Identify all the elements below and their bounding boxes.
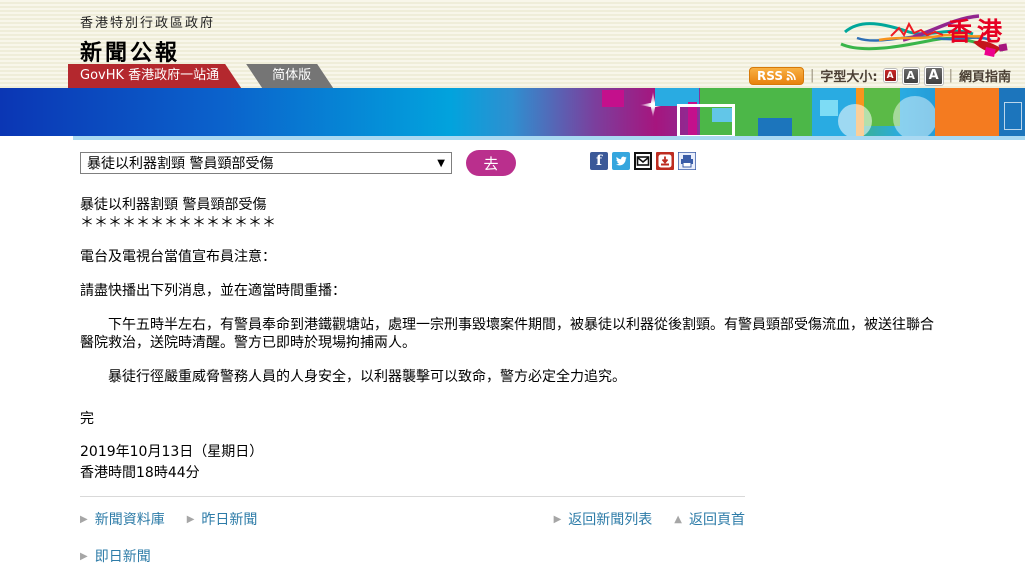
rss-label: RSS xyxy=(757,69,783,83)
rss-button[interactable]: RSS xyxy=(749,67,804,85)
footer-links-left: ▶ 即日新聞 xyxy=(80,546,151,566)
site-guide-link[interactable]: 網頁指南 xyxy=(959,66,1011,85)
banner-decoration xyxy=(602,90,624,107)
government-name: 香港特別行政區政府 xyxy=(80,12,215,31)
link-back-to-top[interactable]: ▲ 返回頁首 xyxy=(674,509,745,529)
header-tabs: GovHK 香港政府一站通 简体版 xyxy=(68,64,333,88)
link-label: 返回頁首 xyxy=(689,509,745,529)
triangle-right-icon: ▶ xyxy=(187,514,195,525)
footer-divider xyxy=(80,496,745,497)
page-title: 新聞公報 xyxy=(80,35,215,67)
utility-bar: RSS | 字型大小: A A A | 網頁指南 xyxy=(749,66,1011,85)
banner-outline-square xyxy=(1004,102,1022,130)
link-label: 即日新聞 xyxy=(95,546,151,566)
article-title-block: 暴徒以利器割頸 警員頸部受傷 ＊＊＊＊＊＊＊＊＊＊＊＊＊＊ xyxy=(80,196,945,232)
banner-decoration xyxy=(758,118,792,136)
triangle-right-icon: ▶ xyxy=(80,551,88,562)
news-toolbar: 暴徒以利器割頸 警員頸部受傷 ▼ 去 f xyxy=(80,150,945,176)
font-size-small-button[interactable]: A xyxy=(884,69,897,82)
font-size-large-button[interactable]: A xyxy=(925,67,943,85)
link-label: 新聞資料庫 xyxy=(95,509,165,529)
facebook-icon[interactable]: f xyxy=(590,152,608,170)
article-paragraph: 電台及電視台當值宣布員注意： xyxy=(80,248,945,266)
article-date: 2019年10月13日（星期日） xyxy=(80,442,945,463)
triangle-right-icon: ▶ xyxy=(554,514,562,525)
link-yesterday-news[interactable]: ▶ 昨日新聞 xyxy=(187,509,258,529)
footer-links-row: ▶ 新聞資料庫 ▶ 昨日新聞 ▶ 返回新聞列表 ▲ 返回頁首 xyxy=(80,509,745,529)
banner-decoration xyxy=(935,88,999,136)
font-size-label: 字型大小: xyxy=(820,66,877,85)
site-header: 香港特別行政區政府 新聞公報 香港 GovHK 香港政府一站通 简体版 xyxy=(0,0,1025,88)
footer-links-right: ▶ 返回新聞列表 ▲ 返回頁首 xyxy=(554,509,745,529)
print-icon[interactable] xyxy=(678,152,696,170)
brand-hongkong-text: 香港 xyxy=(947,12,1007,48)
link-news-archive[interactable]: ▶ 新聞資料庫 xyxy=(80,509,165,529)
link-today-news[interactable]: ▶ 即日新聞 xyxy=(80,546,151,566)
article-time: 香港時間18時44分 xyxy=(80,463,945,484)
go-button[interactable]: 去 xyxy=(466,150,516,176)
email-icon[interactable] xyxy=(634,152,652,170)
decorative-banner xyxy=(0,88,1025,136)
tab-govhk[interactable]: GovHK 香港政府一站通 xyxy=(68,64,241,88)
triangle-right-icon: ▶ xyxy=(80,514,88,525)
footer-links: ▶ 新聞資料庫 ▶ 昨日新聞 ▶ 返回新聞列表 ▲ 返回頁首 xyxy=(80,509,745,566)
triangle-up-icon: ▲ xyxy=(674,514,682,525)
brandhk-logo: 香港 xyxy=(833,4,1013,62)
separator: | xyxy=(949,68,953,83)
main-content: 暴徒以利器割頸 警員頸部受傷 ▼ 去 f xyxy=(0,136,1025,566)
banner-bokeh-circle xyxy=(838,104,872,136)
article-date-block: 2019年10月13日（星期日） 香港時間18時44分 xyxy=(80,442,945,484)
article-end-mark: 完 xyxy=(80,410,945,428)
link-label: 返回新聞列表 xyxy=(568,509,652,529)
news-select-value: 暴徒以利器割頸 警員頸部受傷 xyxy=(87,153,273,173)
banner-decoration xyxy=(820,100,838,116)
font-size-medium-button[interactable]: A xyxy=(903,68,919,84)
banner-decoration xyxy=(712,108,732,122)
press-release-article: 暴徒以利器割頸 警員頸部受傷 ＊＊＊＊＊＊＊＊＊＊＊＊＊＊ 電台及電視台當值宣布… xyxy=(80,196,945,484)
news-select[interactable]: 暴徒以利器割頸 警員頸部受傷 ▼ xyxy=(80,152,452,174)
tab-simplified-chinese[interactable]: 简体版 xyxy=(246,64,333,88)
footer-links-row: ▶ 即日新聞 xyxy=(80,546,745,566)
download-icon[interactable] xyxy=(656,152,674,170)
banner-bokeh-circle xyxy=(893,96,937,136)
footer-links-left: ▶ 新聞資料庫 ▶ 昨日新聞 xyxy=(80,509,257,529)
article-paragraph: 暴徒行徑嚴重威脅警務人員的人身安全，以利器襲擊可以致命，警方必定全力追究。 xyxy=(80,368,945,386)
banner-underline xyxy=(73,136,1025,140)
article-title-underline-stars: ＊＊＊＊＊＊＊＊＊＊＊＊＊＊ xyxy=(80,214,945,232)
link-back-to-news-list[interactable]: ▶ 返回新聞列表 xyxy=(554,509,653,529)
press-release-page: 香港特別行政區政府 新聞公報 香港 GovHK 香港政府一站通 简体版 xyxy=(0,0,1025,559)
masthead: 香港特別行政區政府 新聞公報 xyxy=(80,12,215,67)
separator: | xyxy=(810,68,814,83)
article-paragraph: 請盡快播出下列消息，並在適當時間重播： xyxy=(80,282,945,300)
link-label: 昨日新聞 xyxy=(201,509,257,529)
article-paragraph: 下午五時半左右，有警員奉命到港鐵觀塘站，處理一宗刑事毀壞案件期間，被暴徒以利器從… xyxy=(80,316,945,352)
chevron-down-icon: ▼ xyxy=(437,158,445,169)
article-title: 暴徒以利器割頸 警員頸部受傷 xyxy=(80,196,945,214)
share-bar: f xyxy=(590,152,696,170)
twitter-icon[interactable] xyxy=(612,152,630,170)
rss-icon xyxy=(786,71,796,81)
